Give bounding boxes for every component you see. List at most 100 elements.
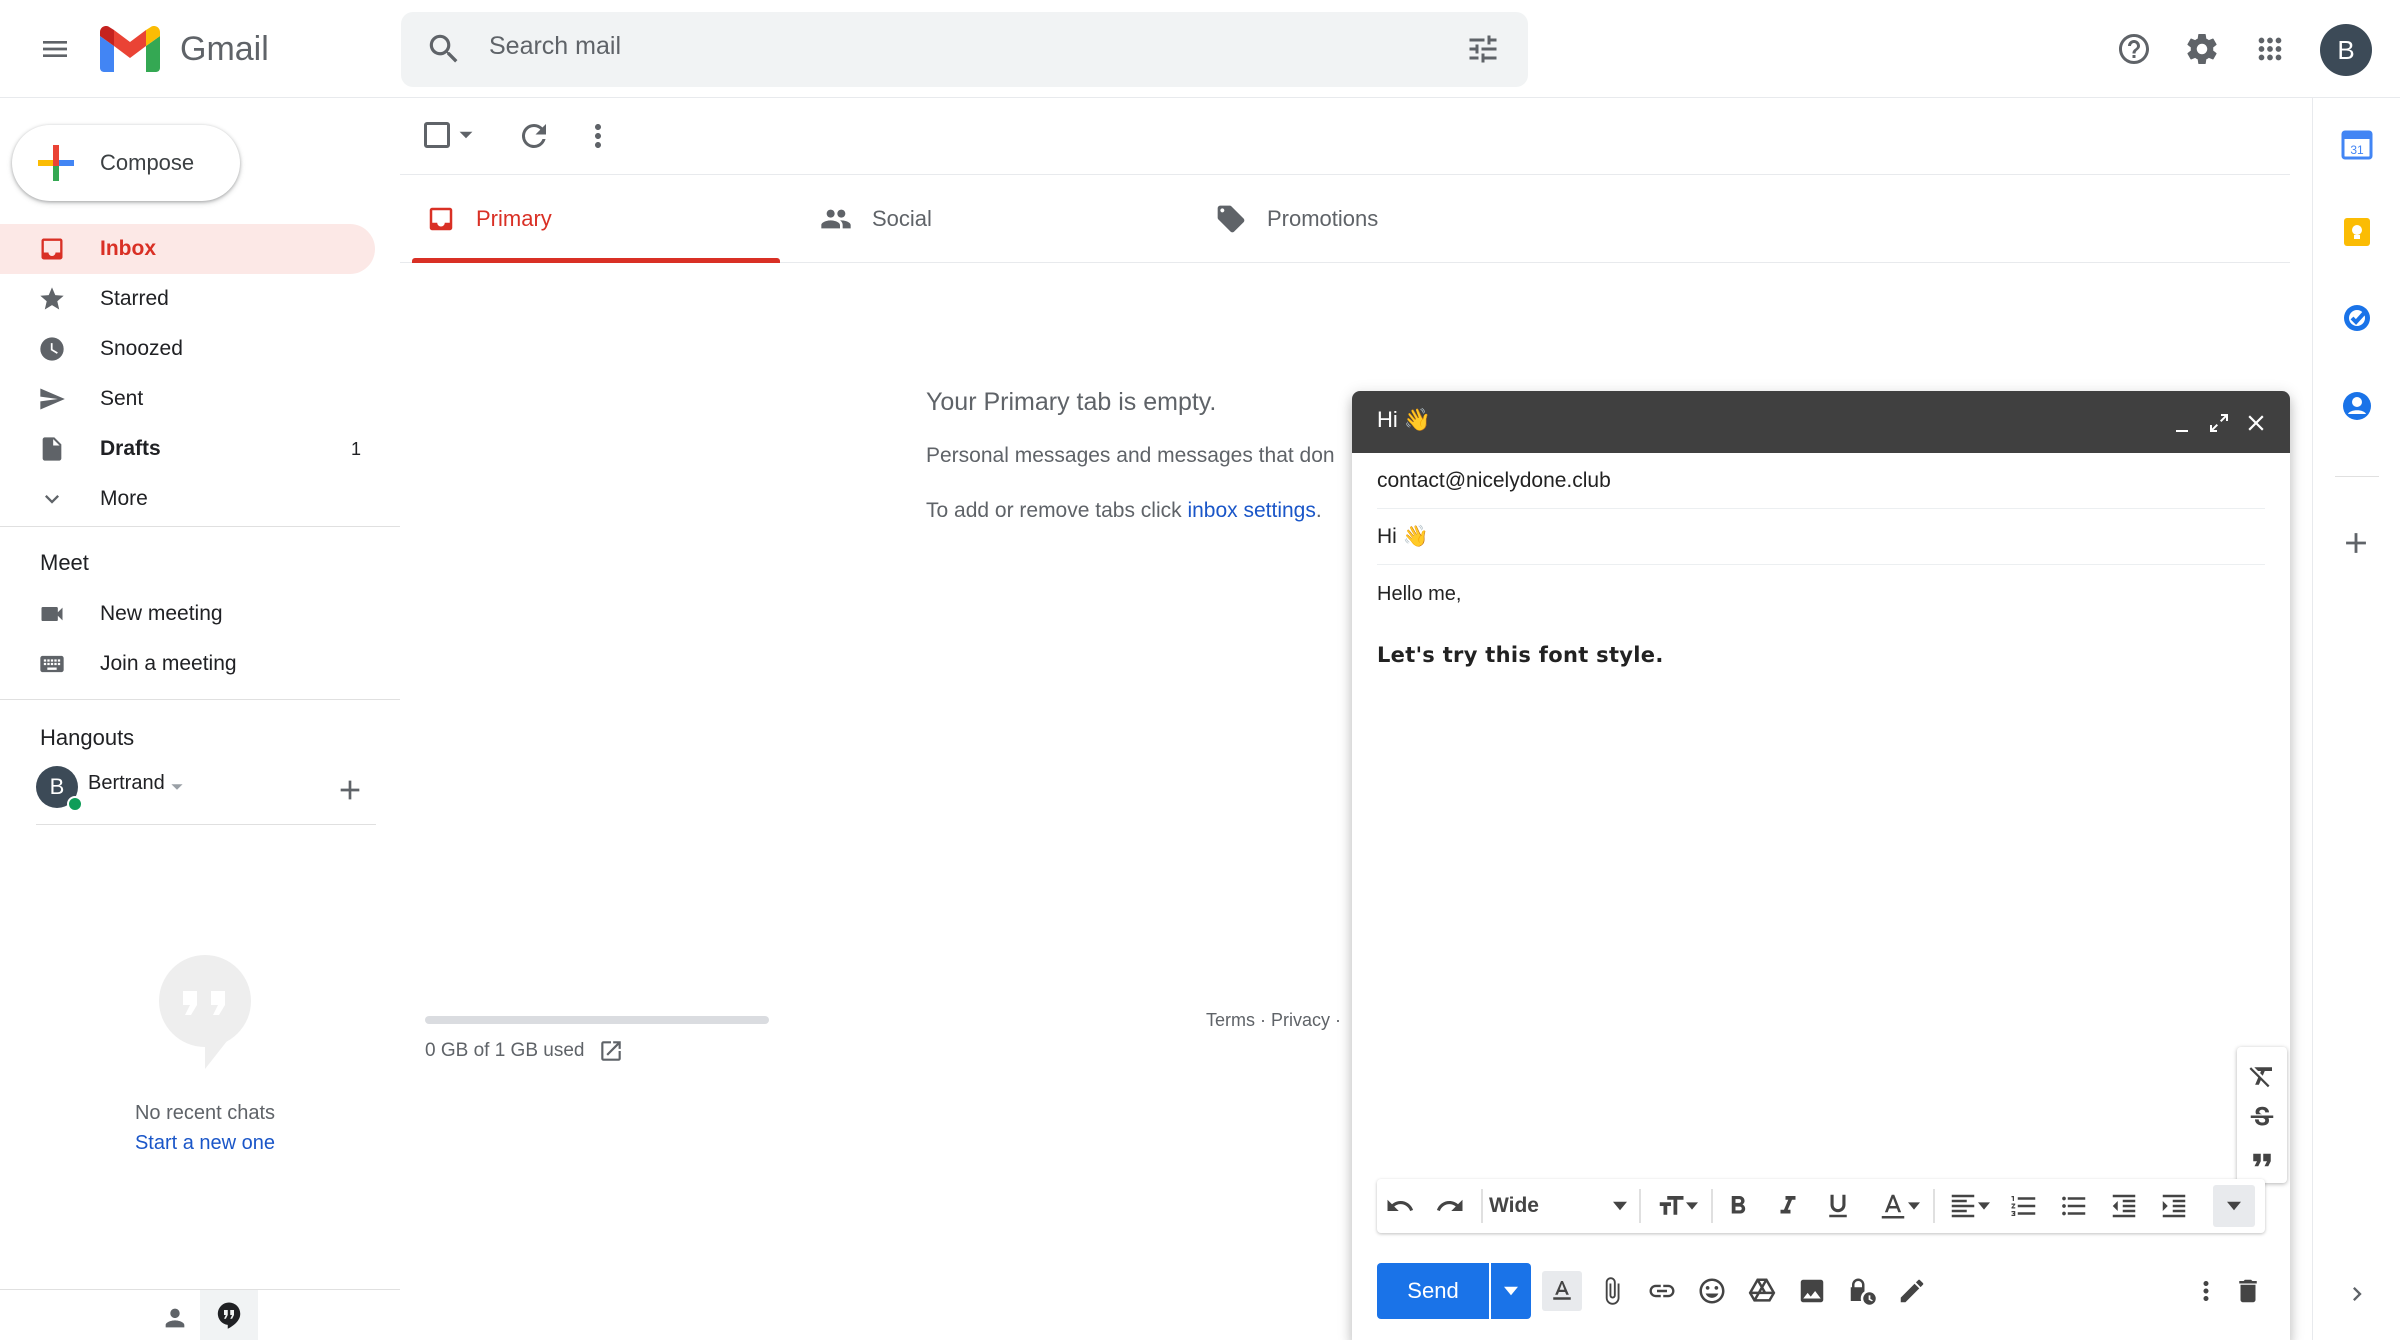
sidebar-item-snoozed[interactable]: Snoozed <box>0 324 375 374</box>
body-line[interactable]: Hello me, <box>1377 583 1461 606</box>
refresh-icon <box>521 123 546 148</box>
add-chat-icon[interactable] <box>334 774 366 806</box>
undo-button[interactable] <box>1383 1189 1417 1223</box>
footer-links[interactable]: Terms · Privacy · <box>1206 1010 1341 1031</box>
text-format-icon <box>1553 1281 1571 1300</box>
compose-window: Hi 👋 contact@nicelydone.club Hi 👋 Hello … <box>1352 391 2290 1340</box>
drive-button[interactable] <box>1742 1271 1782 1311</box>
font-family-select[interactable]: Wide <box>1489 1189 1629 1223</box>
clear-formatting-icon[interactable] <box>2247 1061 2277 1091</box>
refresh-button[interactable] <box>516 118 552 154</box>
hangouts-tab[interactable] <box>200 1290 258 1340</box>
underline-icon <box>1829 1194 1847 1218</box>
tab-social[interactable]: Social <box>820 175 1188 263</box>
strikethrough-icon[interactable] <box>2247 1103 2277 1133</box>
underline-button[interactable] <box>1821 1189 1855 1223</box>
drafts-count: 1 <box>350 438 361 459</box>
calendar-addon[interactable]: 31 <box>2341 128 2373 160</box>
select-all-checkbox[interactable] <box>424 122 474 148</box>
indent-more-button[interactable] <box>2157 1189 2191 1223</box>
schedule-send-button[interactable] <box>1491 1263 1531 1319</box>
separator <box>1711 1189 1713 1223</box>
open-in-new-icon[interactable] <box>598 1038 624 1064</box>
inbox-settings-link[interactable]: inbox settings <box>1187 499 1315 522</box>
caret-down-icon[interactable] <box>170 780 184 794</box>
photo-icon <box>1800 1279 1824 1303</box>
caret-down-icon <box>1908 1202 1920 1210</box>
more-vert-icon <box>595 124 601 148</box>
chevron-right-icon[interactable] <box>2343 1280 2371 1308</box>
apps-button[interactable] <box>2240 19 2300 79</box>
sidebar-item-label: More <box>100 487 148 510</box>
checkbox[interactable] <box>424 122 450 148</box>
emoji-button[interactable] <box>1692 1271 1732 1311</box>
support-button[interactable] <box>2104 19 2164 79</box>
formatting-toggle-button[interactable] <box>1542 1271 1582 1311</box>
sidebar-item-starred[interactable]: Starred <box>0 274 375 324</box>
insert-link-button[interactable] <box>1642 1271 1682 1311</box>
confidential-mode-button[interactable] <box>1842 1271 1882 1311</box>
send-button[interactable]: Send <box>1377 1263 1489 1319</box>
sidebar-item-sent[interactable]: Sent <box>0 374 375 424</box>
contacts-tab[interactable] <box>150 1295 200 1340</box>
new-meeting-label: New meeting <box>100 602 223 625</box>
signature-button[interactable] <box>1892 1271 1932 1311</box>
emoji-icon <box>1699 1278 1725 1304</box>
expand-icon[interactable] <box>2207 411 2231 435</box>
sidebar-item-more[interactable]: More <box>0 474 375 524</box>
draft-icon <box>42 437 62 461</box>
more-formatting-button[interactable] <box>2213 1185 2255 1227</box>
sidebar-item-drafts[interactable]: Drafts 1 <box>0 424 375 474</box>
compose-header[interactable]: Hi 👋 <box>1352 391 2290 453</box>
gmail-m-icon <box>100 26 160 72</box>
contacts-icon <box>2343 392 2371 420</box>
quote-icon[interactable] <box>2247 1145 2277 1175</box>
gmail-logo[interactable]: Gmail <box>100 26 269 72</box>
font-size-button[interactable] <box>1649 1189 1705 1223</box>
more-options-button[interactable] <box>580 118 616 154</box>
body-line-bold[interactable]: Let's try this font style. <box>1377 643 1664 667</box>
tasks-addon[interactable] <box>2341 302 2373 334</box>
main-menu-button[interactable] <box>25 19 85 79</box>
bulleted-list-button[interactable] <box>2057 1189 2091 1223</box>
indent-less-button[interactable] <box>2107 1189 2141 1223</box>
italic-button[interactable] <box>1771 1189 1805 1223</box>
new-meeting-item[interactable]: New meeting <box>0 589 375 639</box>
minimize-icon[interactable] <box>2170 411 2194 435</box>
tab-primary[interactable]: Primary <box>412 175 780 263</box>
contacts-addon[interactable] <box>2341 390 2373 422</box>
start-chat-link[interactable]: Start a new one <box>0 1132 410 1155</box>
separator <box>1481 1189 1483 1223</box>
more-options-button[interactable] <box>2186 1271 2226 1311</box>
numbered-list-button[interactable] <box>2007 1189 2041 1223</box>
hangouts-user-name[interactable]: Bertrand <box>88 772 165 795</box>
keep-addon[interactable] <box>2341 216 2373 248</box>
insert-photo-button[interactable] <box>1792 1271 1832 1311</box>
category-tabs: Primary Social Promotions <box>400 175 2290 263</box>
discard-draft-button[interactable] <box>2228 1271 2268 1311</box>
search-icon[interactable] <box>425 30 463 68</box>
bold-icon <box>1731 1196 1746 1214</box>
compose-button[interactable]: Compose <box>12 125 240 201</box>
account-avatar[interactable]: B <box>2320 24 2372 76</box>
align-button[interactable] <box>1941 1189 1997 1223</box>
subject-field[interactable]: Hi 👋 <box>1377 509 2265 565</box>
separator <box>1933 1189 1935 1223</box>
tab-promotions[interactable]: Promotions <box>1215 175 1583 263</box>
attach-button[interactable] <box>1592 1271 1632 1311</box>
clock-icon <box>40 337 64 361</box>
redo-button[interactable] <box>1433 1189 1467 1223</box>
add-addon-icon[interactable] <box>2339 526 2373 560</box>
join-meeting-item[interactable]: Join a meeting <box>0 639 375 689</box>
recipients-field[interactable]: contact@nicelydone.club <box>1377 453 2265 509</box>
divider <box>0 526 400 527</box>
search-input[interactable]: Search mail <box>489 32 621 61</box>
close-icon[interactable] <box>2243 410 2269 436</box>
sidebar-item-inbox[interactable]: Inbox <box>0 224 375 274</box>
text-color-button[interactable] <box>1871 1189 1927 1223</box>
search-options-icon[interactable] <box>1465 31 1501 67</box>
bold-button[interactable] <box>1721 1189 1755 1223</box>
settings-button[interactable] <box>2172 19 2232 79</box>
caret-down-icon[interactable] <box>458 127 474 143</box>
search-bar[interactable]: Search mail <box>401 12 1528 87</box>
